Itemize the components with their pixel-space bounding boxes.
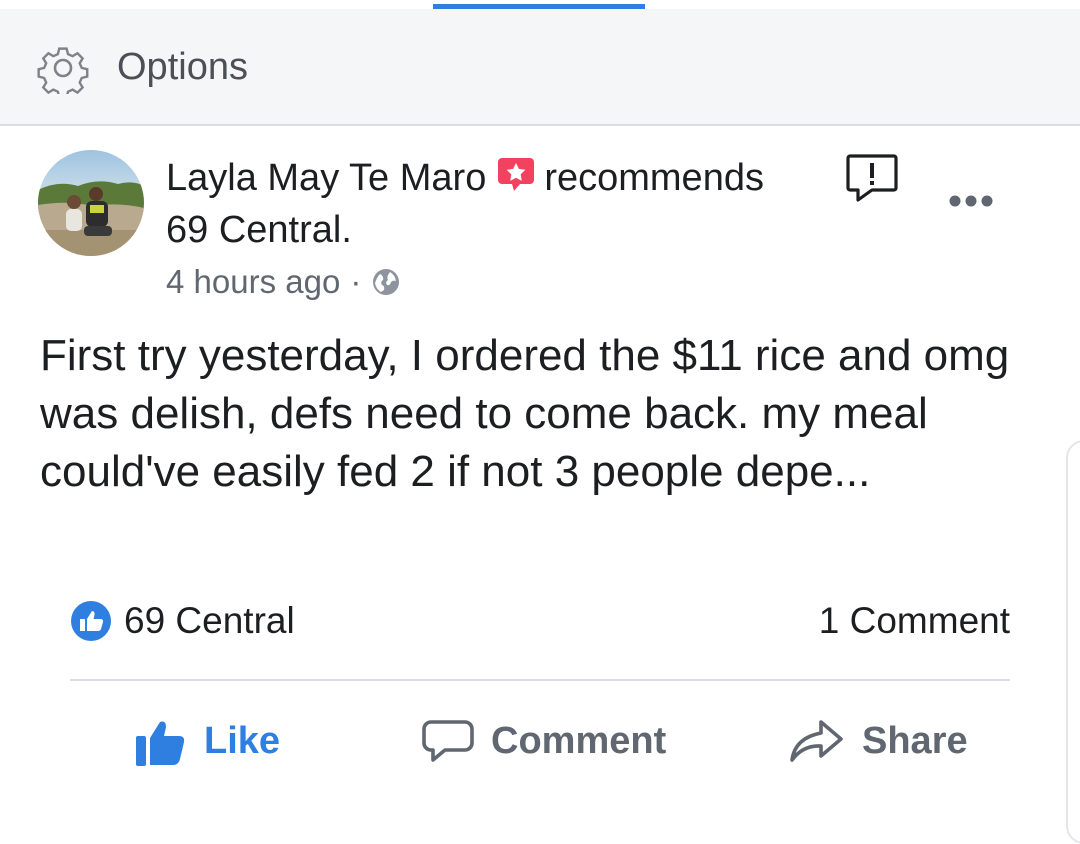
comments-count[interactable]: 1 Comment	[819, 596, 1010, 646]
recommendation-star-icon	[498, 158, 535, 191]
like-label: Like	[204, 719, 281, 762]
thumbs-up-icon	[136, 721, 185, 766]
like-reaction-icon[interactable]	[70, 600, 112, 642]
post-time[interactable]: 4 hours ago	[166, 260, 340, 304]
recommends-verb: recommends	[544, 157, 764, 199]
reaction-summary: 69 Central 1 Comment	[70, 596, 1010, 648]
share-label: Share	[862, 719, 968, 762]
author-name[interactable]: Layla May Te Maro	[166, 157, 486, 199]
like-button[interactable]: Like	[134, 705, 280, 777]
meta-separator: ·	[350, 263, 362, 300]
adjacent-card-edge	[1066, 440, 1080, 844]
avatar-photo	[38, 150, 144, 256]
share-arrow-icon	[790, 720, 843, 762]
post-meta: 4 hours ago ·	[166, 260, 401, 304]
more-options-icon[interactable]	[948, 194, 994, 208]
post-body[interactable]: First try yesterday, I ordered the $11 r…	[40, 327, 1040, 501]
comment-button[interactable]: Comment	[421, 705, 666, 777]
recommended-place[interactable]: 69 Central.	[166, 204, 352, 256]
avatar[interactable]	[38, 150, 144, 256]
comment-bubble-icon	[422, 720, 474, 762]
likes-summary[interactable]: 69 Central	[124, 596, 295, 646]
share-button[interactable]: Share	[788, 705, 968, 777]
gear-icon[interactable]	[37, 42, 89, 94]
post-actions: Like Comment Share	[0, 705, 1080, 777]
report-flag-icon[interactable]	[845, 152, 899, 204]
post-author-line: Layla May Te Maro recommends	[166, 152, 764, 204]
comment-label: Comment	[491, 719, 667, 762]
globe-icon	[373, 269, 400, 295]
options-label[interactable]: Options	[117, 42, 248, 92]
actions-divider	[70, 679, 1010, 681]
options-bar[interactable]: Options	[0, 9, 1080, 126]
